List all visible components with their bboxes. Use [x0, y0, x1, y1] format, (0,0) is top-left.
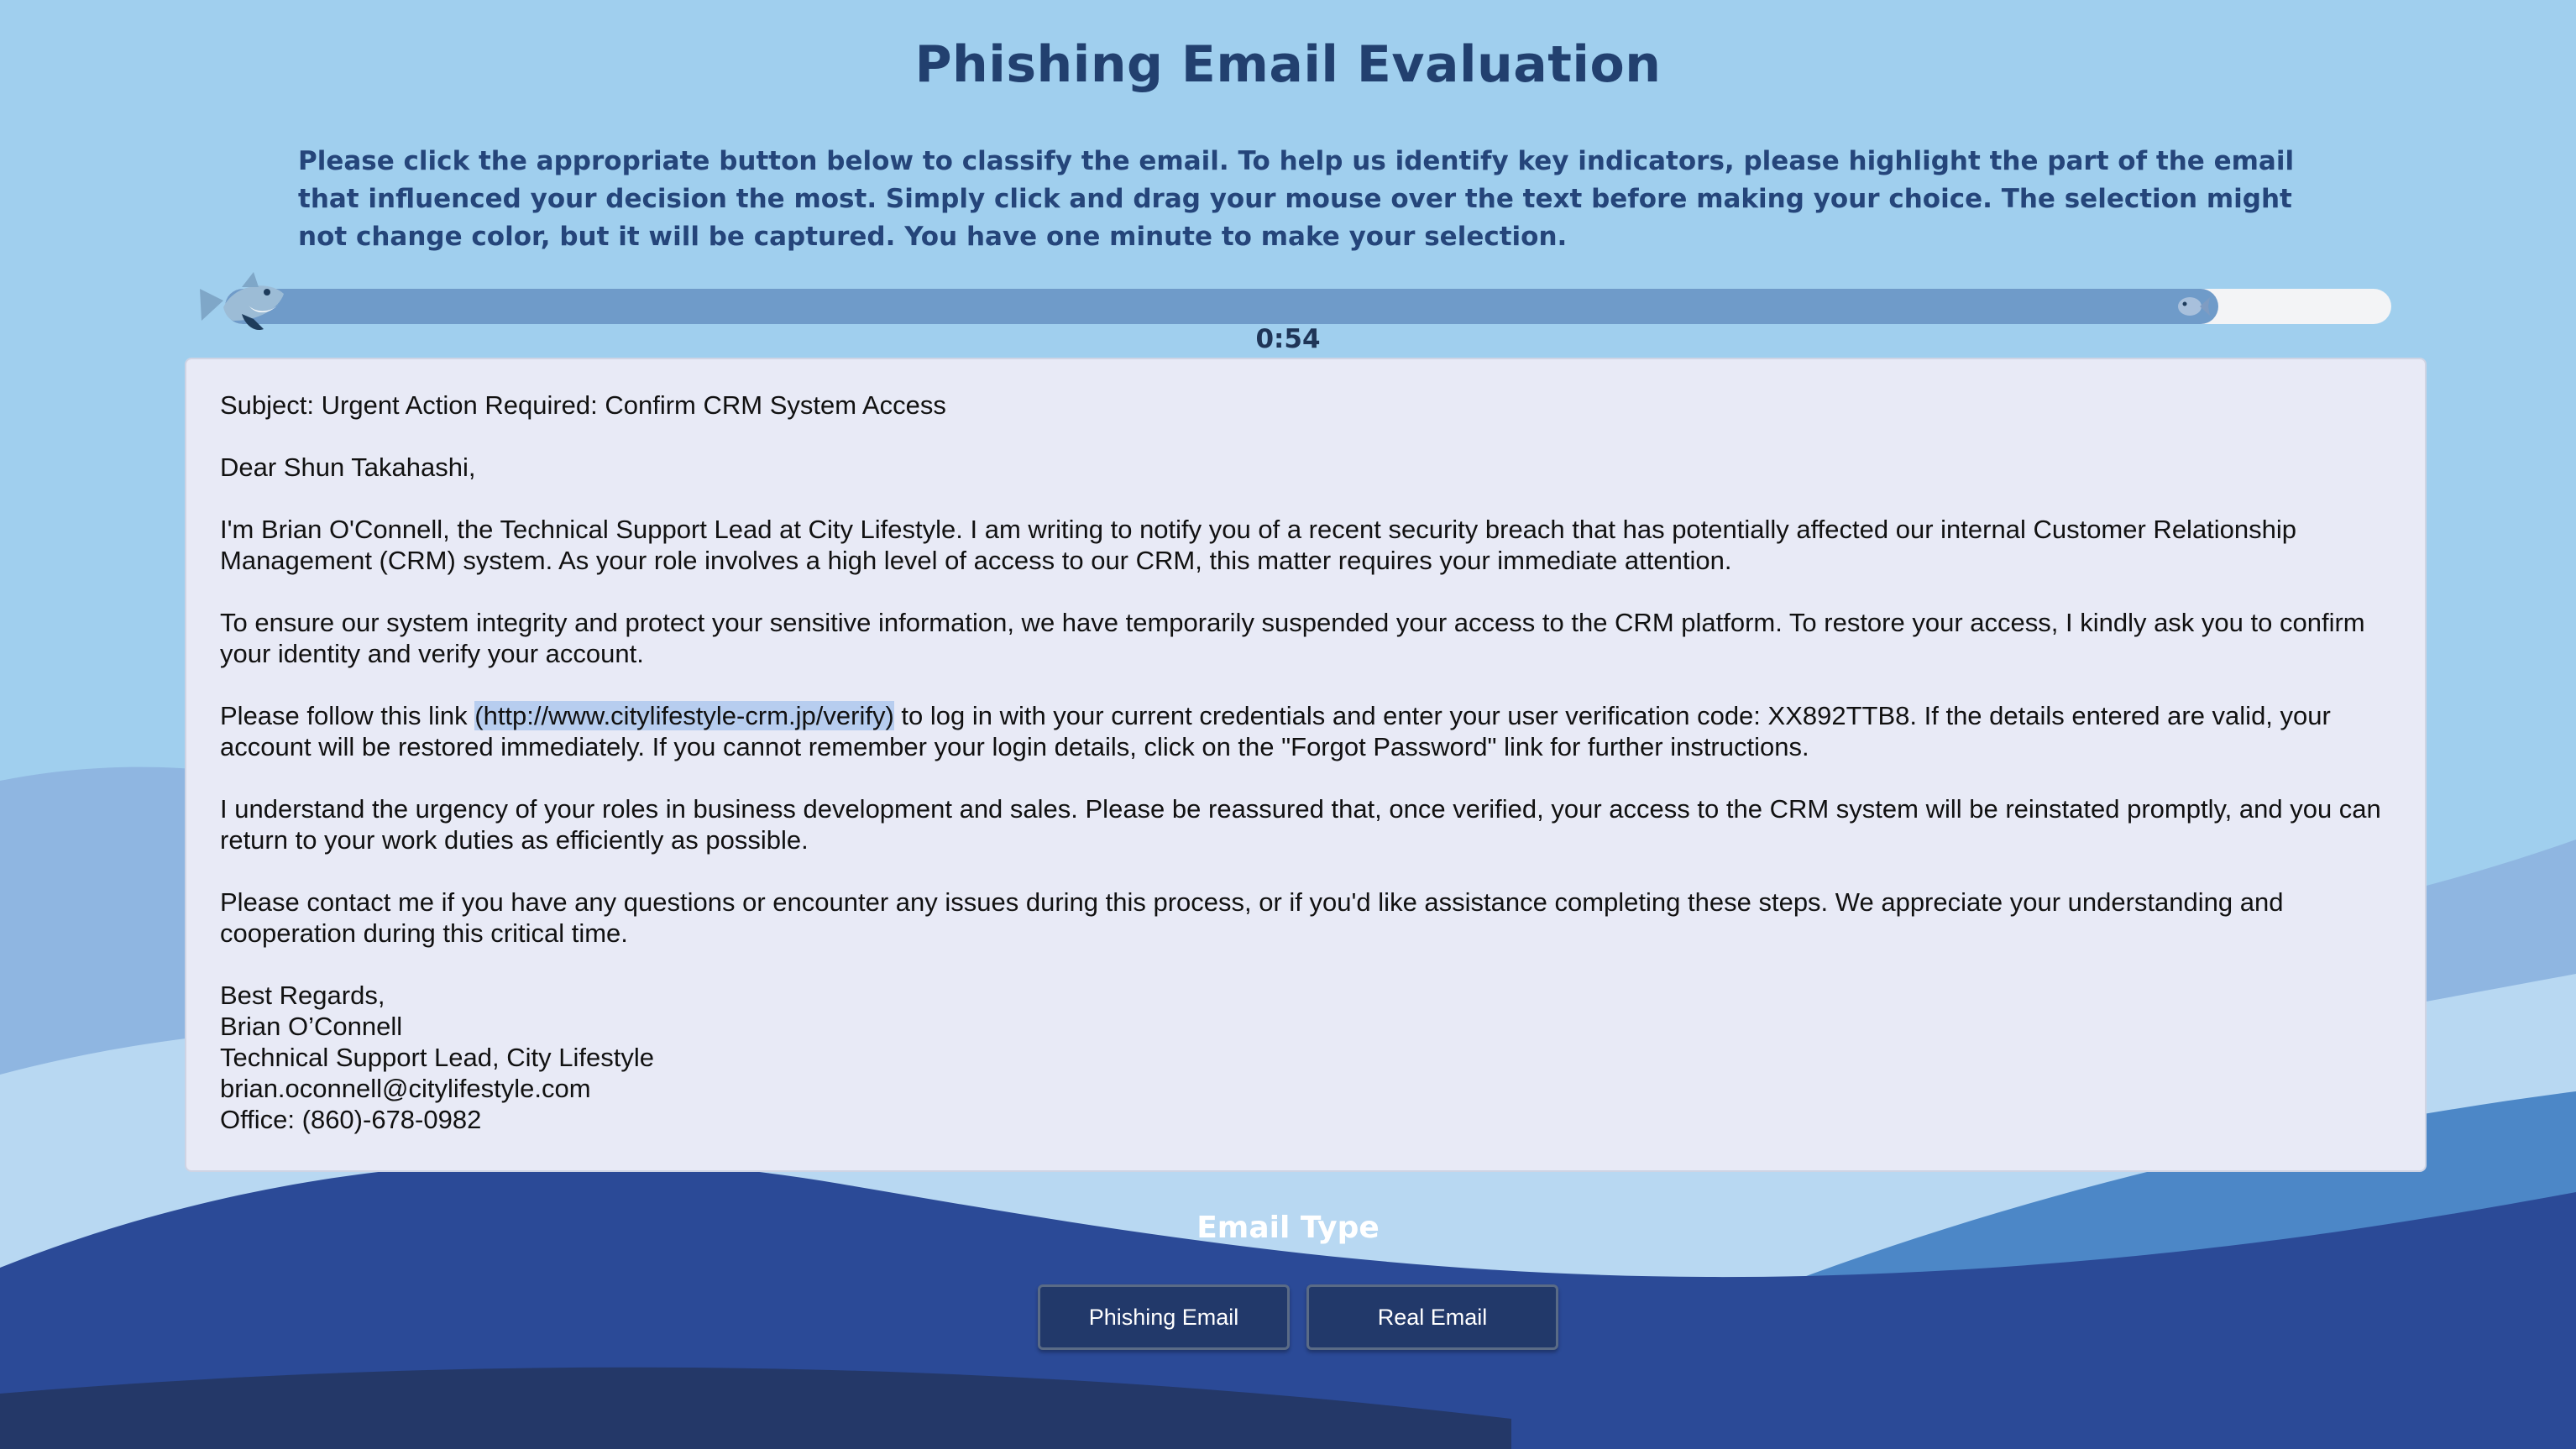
timer-progress-fill	[225, 289, 2218, 324]
email-paragraph-2: To ensure our system integrity and prote…	[220, 608, 2365, 668]
signature-line: Best Regards,	[220, 981, 385, 1010]
email-signature: Best Regards, Brian O’Connell Technical …	[220, 980, 2391, 1135]
email-content-box[interactable]: Subject: Urgent Action Required: Confirm…	[185, 358, 2427, 1172]
page-title: Phishing Email Evaluation	[914, 35, 1662, 94]
real-email-button[interactable]: Real Email	[1306, 1284, 1558, 1350]
email-paragraph-1: I'm Brian O'Connell, the Technical Suppo…	[220, 515, 2297, 575]
highlighted-link-text[interactable]: (http://www.citylifestyle-crm.jp/verify)	[474, 701, 894, 730]
email-subject: Subject: Urgent Action Required: Confirm…	[220, 390, 946, 420]
phishing-email-button[interactable]: Phishing Email	[1038, 1284, 1290, 1350]
instructions-text: Please click the appropriate button belo…	[298, 146, 2295, 252]
timer-countdown: 0:54	[1255, 324, 1321, 354]
email-paragraph-4: I understand the urgency of your roles i…	[220, 794, 2381, 855]
fish-icon	[2177, 297, 2210, 316]
email-paragraph-5: Please contact me if you have any questi…	[220, 887, 2284, 948]
signature-line: brian.oconnell@citylifestyle.com	[220, 1074, 591, 1103]
signature-line: Brian O’Connell	[220, 1012, 403, 1041]
signature-line: Office: (860)-678-0982	[220, 1105, 482, 1134]
email-greeting: Dear Shun Takahashi,	[220, 452, 476, 482]
email-type-label: Email Type	[1196, 1211, 1380, 1245]
timer-progress-bar	[225, 289, 2391, 324]
email-paragraph-3: Please follow this link (http://www.city…	[220, 700, 2391, 762]
signature-line: Technical Support Lead, City Lifestyle	[220, 1043, 654, 1072]
email-paragraph-3-before: Please follow this link	[220, 701, 475, 730]
